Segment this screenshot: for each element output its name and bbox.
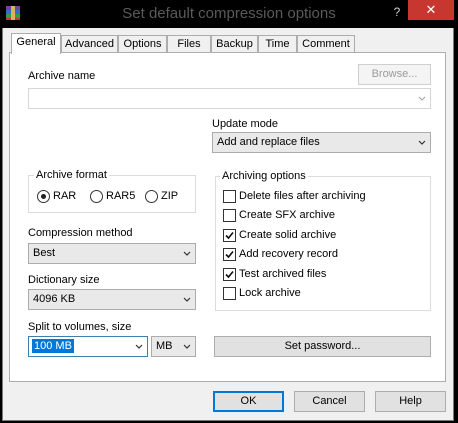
split-volumes-label: Split to volumes, size <box>28 321 132 333</box>
chevron-down-icon <box>418 140 426 145</box>
update-mode-select[interactable]: Add and replace files <box>212 132 431 153</box>
compression-method-value: Best <box>33 247 56 259</box>
update-mode-value: Add and replace files <box>217 136 320 148</box>
radio-rar-label[interactable]: RAR <box>53 190 76 202</box>
radio-zip-label[interactable]: ZIP <box>161 190 178 202</box>
chevron-down-icon <box>183 344 191 349</box>
checkbox-lock-archive[interactable] <box>223 287 236 300</box>
archiving-options-label: Archiving options <box>220 170 308 182</box>
tab-backup[interactable]: Backup <box>211 35 258 53</box>
checkbox-delete-files[interactable] <box>223 190 236 203</box>
checkbox-create-solid-label[interactable]: Create solid archive <box>239 229 336 241</box>
checkbox-create-sfx[interactable] <box>223 209 236 222</box>
archive-format-label: Archive format <box>34 169 109 181</box>
split-unit-select[interactable]: MB <box>151 336 196 357</box>
tab-options[interactable]: Options <box>118 35 167 53</box>
checkbox-add-recovery-label[interactable]: Add recovery record <box>239 248 338 260</box>
checkbox-test-archived-label[interactable]: Test archived files <box>239 268 326 280</box>
radio-rar5-label[interactable]: RAR5 <box>106 190 135 202</box>
chevron-down-icon <box>135 344 143 349</box>
chevron-down-icon <box>183 297 191 302</box>
help-button[interactable]: Help <box>375 391 446 412</box>
checkmark-icon <box>225 250 234 259</box>
checkbox-add-recovery[interactable] <box>223 248 236 261</box>
checkbox-test-archived[interactable] <box>223 268 236 281</box>
split-size-combo[interactable]: 100 MB <box>28 336 148 357</box>
checkbox-create-solid[interactable] <box>223 229 236 242</box>
ok-button[interactable]: OK <box>213 391 284 412</box>
radio-zip[interactable] <box>145 190 158 203</box>
archive-name-field[interactable] <box>28 88 431 109</box>
dictionary-size-value: 4096 KB <box>33 293 76 305</box>
chevron-down-icon <box>418 96 426 101</box>
radio-selected-dot <box>41 194 46 199</box>
title-help-button[interactable]: ? <box>386 3 408 21</box>
chevron-down-icon <box>183 251 191 256</box>
tab-advanced[interactable]: Advanced <box>61 35 118 53</box>
radio-rar[interactable] <box>37 190 50 203</box>
split-unit-value: MB <box>156 340 173 352</box>
browse-button[interactable]: Browse... <box>358 64 431 85</box>
checkmark-icon <box>225 270 234 279</box>
update-mode-label: Update mode <box>212 118 279 130</box>
checkbox-delete-files-label[interactable]: Delete files after archiving <box>239 190 366 202</box>
tab-comment[interactable]: Comment <box>297 35 355 53</box>
set-password-button[interactable]: Set password... <box>214 336 431 357</box>
checkbox-create-sfx-label[interactable]: Create SFX archive <box>239 209 335 221</box>
tab-time[interactable]: Time <box>258 35 297 53</box>
compression-method-select[interactable]: Best <box>28 243 196 264</box>
radio-rar5[interactable] <box>90 190 103 203</box>
checkbox-lock-archive-label[interactable]: Lock archive <box>239 287 301 299</box>
dictionary-size-label: Dictionary size <box>28 274 100 286</box>
cancel-button[interactable]: Cancel <box>294 391 365 412</box>
tab-files[interactable]: Files <box>167 35 211 53</box>
close-button[interactable]: ✕ <box>408 0 454 20</box>
archive-name-label: Archive name <box>28 70 96 82</box>
split-size-value[interactable]: 100 MB <box>32 339 74 353</box>
checkmark-icon <box>225 231 234 240</box>
tab-general[interactable]: General <box>11 33 61 54</box>
dictionary-size-select[interactable]: 4096 KB <box>28 289 196 310</box>
compression-method-label: Compression method <box>28 227 133 239</box>
